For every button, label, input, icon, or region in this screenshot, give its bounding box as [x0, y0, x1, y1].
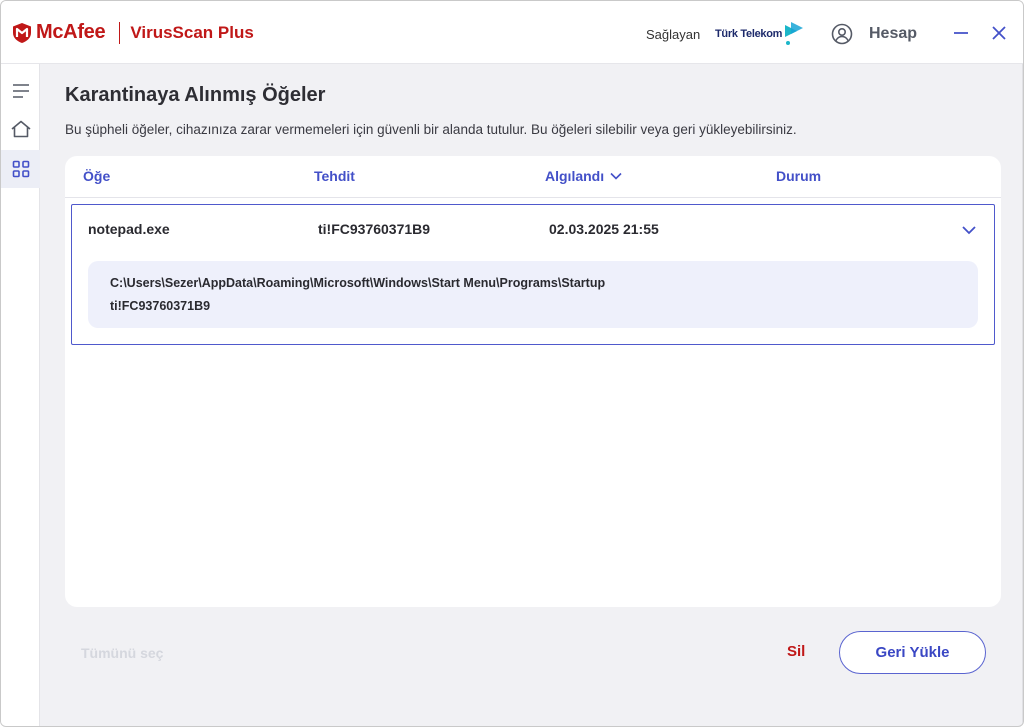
mcafee-shield-icon — [13, 22, 31, 43]
column-header-detected-label: Algılandı — [545, 168, 605, 184]
grid-icon — [12, 160, 29, 178]
close-button[interactable] — [989, 23, 1009, 43]
column-header-threat[interactable]: Tehdit — [314, 168, 355, 184]
provider-label: Sağlayan — [646, 27, 701, 42]
turk-telekom-logo-icon — [785, 22, 803, 45]
delete-button[interactable]: Sil — [787, 643, 805, 660]
page-title: Karantinaya Alınmış Öğeler — [65, 84, 326, 106]
minimize-icon — [954, 32, 968, 34]
detail-threat-name: ti!FC93760371B9 — [110, 299, 211, 313]
brand-logo: McAfee VirusScan Plus — [12, 21, 254, 44]
row-detail: C:\Users\Sezer\AppData\Roaming\Microsoft… — [88, 261, 978, 328]
row-detected: 02.03.2025 21:55 — [549, 221, 659, 237]
home-icon — [10, 120, 31, 138]
menu-icon — [12, 84, 29, 98]
title-bar: McAfee VirusScan Plus Sağlayan Türk Tele… — [1, 1, 1023, 64]
close-icon — [992, 26, 1006, 40]
app-window: McAfee VirusScan Plus Sağlayan Türk Tele… — [0, 0, 1024, 727]
sidebar-item-apps[interactable] — [1, 150, 40, 188]
chevron-down-icon[interactable] — [960, 221, 978, 239]
account-button[interactable]: Hesap — [831, 23, 917, 45]
column-header-detected[interactable]: Algılandı — [545, 168, 622, 184]
quarantine-table: Öğe Tehdit Algılandı Durum notepad.exe t… — [65, 156, 1001, 607]
page-description: Bu şüpheli öğeler, cihazınıza zarar verm… — [65, 122, 797, 137]
sidebar-menu-button[interactable] — [1, 72, 40, 110]
sort-chevron-down-icon — [610, 172, 622, 180]
select-all-button[interactable]: Tümünü seç — [81, 645, 163, 661]
minimize-button[interactable] — [951, 23, 971, 43]
brand-name: McAfee — [36, 21, 106, 43]
product-name: VirusScan Plus — [130, 22, 254, 42]
header-divider — [65, 197, 1001, 198]
account-label: Hesap — [869, 25, 918, 42]
user-icon — [831, 23, 853, 45]
provider-logo: Türk Telekom — [715, 19, 807, 51]
restore-button[interactable]: Geri Yükle — [839, 631, 986, 674]
sidebar-item-home[interactable] — [1, 110, 40, 148]
brand-divider — [119, 21, 121, 44]
sidebar — [1, 64, 40, 726]
column-header-item[interactable]: Öğe — [83, 168, 110, 184]
table-row[interactable]: notepad.exe ti!FC93760371B9 02.03.2025 2… — [71, 204, 995, 345]
provider-name: Türk Telekom — [715, 28, 783, 40]
row-item-name: notepad.exe — [88, 221, 170, 237]
column-header-status[interactable]: Durum — [776, 168, 821, 184]
detail-file-path: C:\Users\Sezer\AppData\Roaming\Microsoft… — [110, 276, 606, 290]
row-threat: ti!FC93760371B9 — [318, 221, 431, 237]
